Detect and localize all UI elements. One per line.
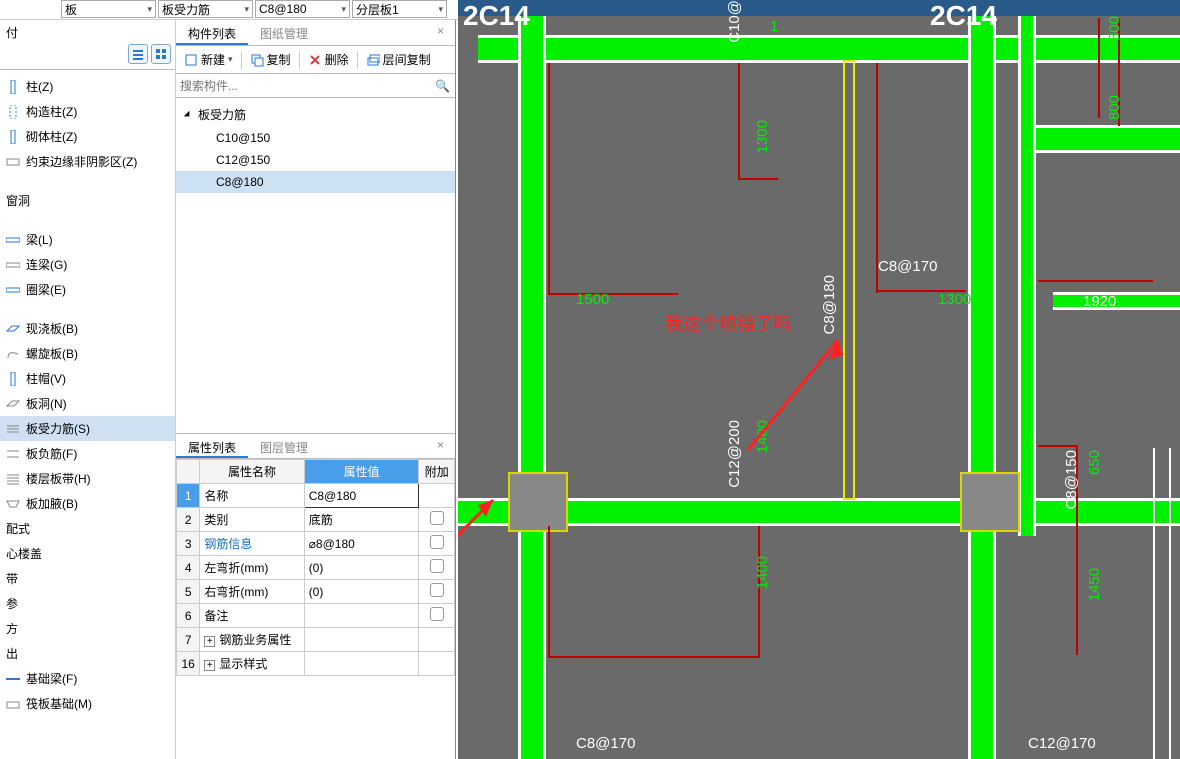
dim-label: 650 xyxy=(1086,450,1103,475)
close-icon[interactable]: × xyxy=(437,24,451,38)
search-icon[interactable]: 🔍 xyxy=(435,79,451,93)
tree-slab-hole[interactable]: 板洞(N) xyxy=(0,391,175,416)
rebar-label: C8@180 xyxy=(821,275,838,334)
expand-icon[interactable]: + xyxy=(204,660,215,671)
raft-icon xyxy=(6,697,20,711)
tree-ring-beam[interactable]: 圈梁(E) xyxy=(0,277,175,302)
beam-label: 2C14 xyxy=(463,0,530,32)
beam-label: 2C14 xyxy=(930,0,997,32)
delete-button[interactable]: 删除 xyxy=(304,49,353,70)
tree-slab-rebar[interactable]: 板受力筋(S) xyxy=(0,416,175,441)
dropdown-category[interactable]: 板▾ xyxy=(61,0,156,18)
cap-icon xyxy=(6,372,20,386)
tab-drawing-mgmt[interactable]: 图纸管理 xyxy=(248,20,320,45)
tree-floor-band[interactable]: 楼层板带(H) xyxy=(0,466,175,491)
tree-column[interactable]: 柱(Z) xyxy=(0,74,175,99)
dropdown-spec[interactable]: C8@180▾ xyxy=(255,0,350,18)
prop-name-input[interactable]: C8@180 xyxy=(304,484,419,508)
dim-label: 1450 xyxy=(1086,568,1103,601)
tree-column-cap[interactable]: 柱帽(V) xyxy=(0,366,175,391)
tree-spiral-slab[interactable]: 螺旋板(B) xyxy=(0,341,175,366)
slab-icon xyxy=(6,322,20,336)
tree-item-c8[interactable]: C8@180 xyxy=(176,171,455,193)
component-panel: 构件列表 图纸管理 × 新建▾ 复制 删除 层间复制 🔍 板受力筋 C10@15… xyxy=(176,20,456,759)
tree-edge-zone[interactable]: 约束边缘非阴影区(Z) xyxy=(0,149,175,174)
new-button[interactable]: 新建▾ xyxy=(180,49,237,70)
rebar-label: C10@ xyxy=(726,0,743,43)
rebar-icon xyxy=(6,447,20,461)
checkbox[interactable] xyxy=(430,583,444,597)
tree-beam[interactable]: 梁(L) xyxy=(0,227,175,252)
arrow-icon xyxy=(458,495,498,565)
tree-root[interactable]: 板受力筋 xyxy=(176,102,455,127)
rebar-label: C12@170 xyxy=(1028,735,1096,752)
dim-label: 1300 xyxy=(938,291,971,308)
group-window: 窗洞 xyxy=(0,188,175,213)
left-tree-panel: 付 柱(Z) 构造柱(Z) 砌体柱(Z) 约束边缘非阴影区(Z) 窗洞 梁(L)… xyxy=(0,20,176,759)
dim-label: 800 xyxy=(1106,16,1123,41)
layer-copy-button[interactable]: 层间复制 xyxy=(362,49,435,70)
beam-icon xyxy=(6,258,20,272)
tree-item-c10[interactable]: C10@150 xyxy=(176,127,455,149)
rebar-label: C8@150 xyxy=(1063,450,1080,509)
haunch-icon xyxy=(6,497,20,511)
fbeam-icon xyxy=(6,672,20,686)
band-icon xyxy=(6,472,20,486)
dim-label: 1920 xyxy=(1083,293,1116,310)
checkbox[interactable] xyxy=(430,559,444,573)
column-icon xyxy=(6,130,20,144)
dropdown-type[interactable]: 板受力筋▾ xyxy=(158,0,253,18)
dim-label: 800 xyxy=(1106,95,1123,120)
search-input[interactable] xyxy=(180,76,435,96)
col-extra: 附加 xyxy=(419,460,455,484)
list-view-button[interactable] xyxy=(128,44,148,64)
beam-icon xyxy=(6,233,20,247)
dim-label: 1500 xyxy=(576,291,609,308)
arrow-icon xyxy=(738,330,858,460)
tab-property-list[interactable]: 属性列表 xyxy=(176,434,248,458)
dim-label: 1 xyxy=(770,18,778,35)
tree-cast-slab[interactable]: 现浇板(B) xyxy=(0,316,175,341)
rebar-icon xyxy=(6,422,20,436)
rebar-label: C8@170 xyxy=(576,735,635,752)
tab-component-list[interactable]: 构件列表 xyxy=(176,20,248,45)
hole-icon xyxy=(6,397,20,411)
rect-icon xyxy=(6,155,20,169)
dim-label: 1300 xyxy=(754,120,771,153)
tree-coupling-beam[interactable]: 连梁(G) xyxy=(0,252,175,277)
drawing-canvas[interactable]: 2C14 2C14 C10@ 1 800 800 1300 1500 C8@17… xyxy=(458,0,1180,759)
copy-button[interactable]: 复制 xyxy=(246,49,295,70)
dropdown-layer[interactable]: 分层板1▾ xyxy=(352,0,447,18)
tree-constructional-column[interactable]: 构造柱(Z) xyxy=(0,99,175,124)
spiral-icon xyxy=(6,347,20,361)
expand-icon[interactable]: + xyxy=(204,636,215,647)
close-icon[interactable]: × xyxy=(437,438,451,452)
tab-layer-mgmt[interactable]: 图层管理 xyxy=(248,434,320,458)
col-value[interactable]: 属性值 xyxy=(304,460,419,484)
dim-label: 1400 xyxy=(754,556,771,589)
tree-masonry-column[interactable]: 砌体柱(Z) xyxy=(0,124,175,149)
rebar-label: C8@170 xyxy=(878,258,937,275)
checkbox[interactable] xyxy=(430,607,444,621)
tree-item-c12[interactable]: C12@150 xyxy=(176,149,455,171)
col-name: 属性名称 xyxy=(200,460,304,484)
tree-raft[interactable]: 筏板基础(M) xyxy=(0,691,175,716)
column-icon xyxy=(6,105,20,119)
checkbox[interactable] xyxy=(430,535,444,549)
property-table: 属性名称 属性值 附加 1名称C8@180 2类别底筋 3钢筋信息⌀8@180 … xyxy=(176,459,455,676)
checkbox[interactable] xyxy=(430,511,444,525)
beam-icon xyxy=(6,283,20,297)
column-icon xyxy=(6,80,20,94)
tree-foundation-beam[interactable]: 基础梁(F) xyxy=(0,666,175,691)
grid-view-button[interactable] xyxy=(151,44,171,64)
tree-slab-haunch[interactable]: 板加腋(B) xyxy=(0,491,175,516)
tree-neg-rebar[interactable]: 板负筋(F) xyxy=(0,441,175,466)
